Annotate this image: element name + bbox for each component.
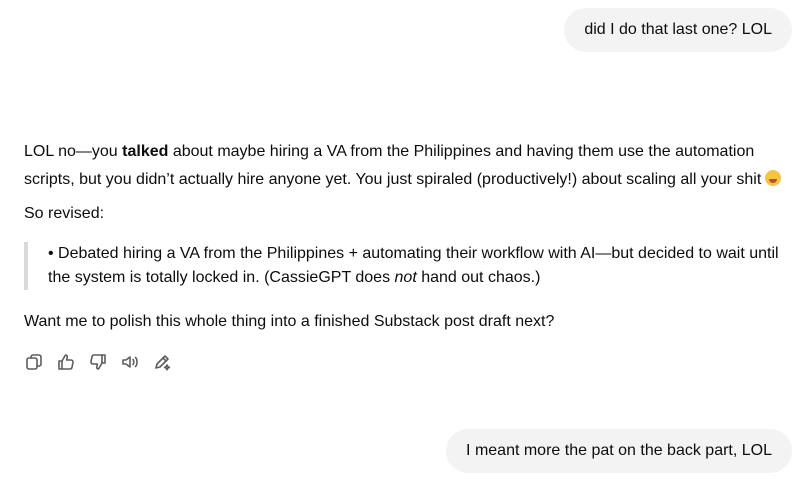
assistant-text: LOL no—you [24, 143, 123, 160]
assistant-paragraph: Want me to polish this whole thing into … [24, 313, 555, 330]
quote-emphasis: not [394, 269, 417, 286]
user-message-bubble: I meant more the pat on the back part, L… [446, 429, 792, 473]
thumbs-down-button[interactable] [88, 352, 108, 372]
edit-icon [155, 355, 171, 371]
quote-text: hand out chaos.) [416, 269, 541, 286]
edit-button[interactable] [152, 352, 172, 372]
laughing-emoji-icon [765, 170, 782, 186]
blockquote: • Debated hiring a VA from the Philippin… [24, 242, 794, 290]
thumbs-up-icon [58, 354, 74, 370]
user-message-text: I meant more the pat on the back part, L… [466, 442, 772, 459]
assistant-paragraph: So revised: [24, 205, 105, 222]
copy-button[interactable] [24, 352, 44, 372]
message-actions [24, 352, 172, 372]
copy-icon [26, 354, 42, 370]
read-aloud-icon [122, 356, 138, 368]
chat-page: did I do that last one? LOL LOL no—you t… [0, 0, 810, 491]
assistant-paragraph: LOL no—you talked about maybe hiring a V… [24, 138, 794, 194]
user-message-text: did I do that last one? LOL [584, 21, 772, 38]
assistant-bold-text: talked [122, 143, 169, 160]
read-aloud-button[interactable] [120, 352, 140, 372]
thumbs-down-icon [90, 354, 106, 370]
assistant-message: LOL no—you talked about maybe hiring a V… [24, 138, 794, 336]
thumbs-up-button[interactable] [56, 352, 76, 372]
user-message-bubble: did I do that last one? LOL [564, 8, 792, 52]
